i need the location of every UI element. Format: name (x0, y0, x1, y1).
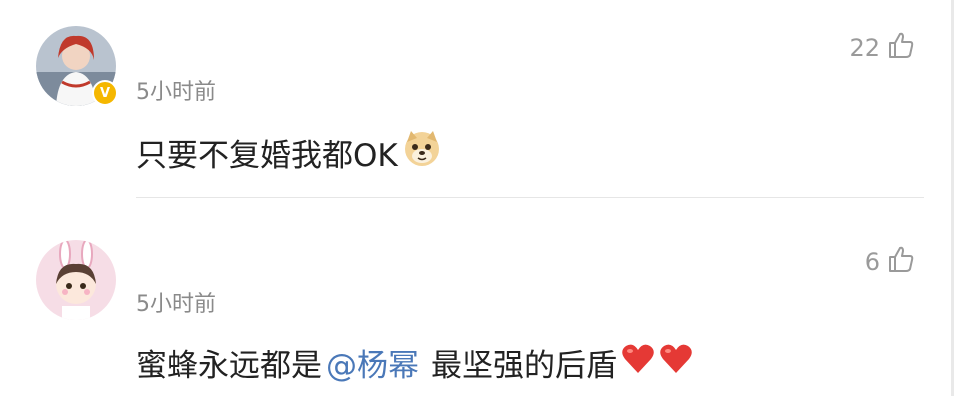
comment-item: V 5小时前 22 只要不复婚我都OK (0, 0, 960, 198)
avatar[interactable] (36, 240, 116, 320)
comment-item: 5小时前 6 蜜蜂永远都是 @杨幂 最坚强的后盾 (0, 198, 960, 396)
like-count: 22 (849, 34, 880, 62)
thumbs-up-icon (886, 30, 916, 66)
like-count: 6 (864, 248, 880, 276)
comment-body-start: 蜜蜂永远都是 (136, 348, 322, 384)
thumbs-up-icon (886, 244, 916, 280)
comment-text: 只要不复婚我都OK (136, 128, 442, 176)
verified-badge-icon: V (92, 80, 118, 106)
like-button[interactable]: 6 (865, 244, 916, 280)
comment-timestamp: 5小时前 (136, 292, 216, 317)
comment-timestamp: 5小时前 (136, 80, 216, 105)
like-button[interactable]: 22 (849, 30, 916, 66)
comment-body: 只要不复婚我都OK (136, 137, 398, 174)
comment-text: 蜜蜂永远都是 @杨幂 最坚强的后盾 (136, 340, 693, 385)
user-mention-link[interactable]: @杨幂 (326, 340, 419, 385)
red-heart-emoji (659, 343, 693, 383)
comment-body-end: 最坚强的后盾 (431, 348, 617, 384)
red-heart-emoji (621, 343, 655, 383)
doge-emoji (402, 128, 442, 176)
